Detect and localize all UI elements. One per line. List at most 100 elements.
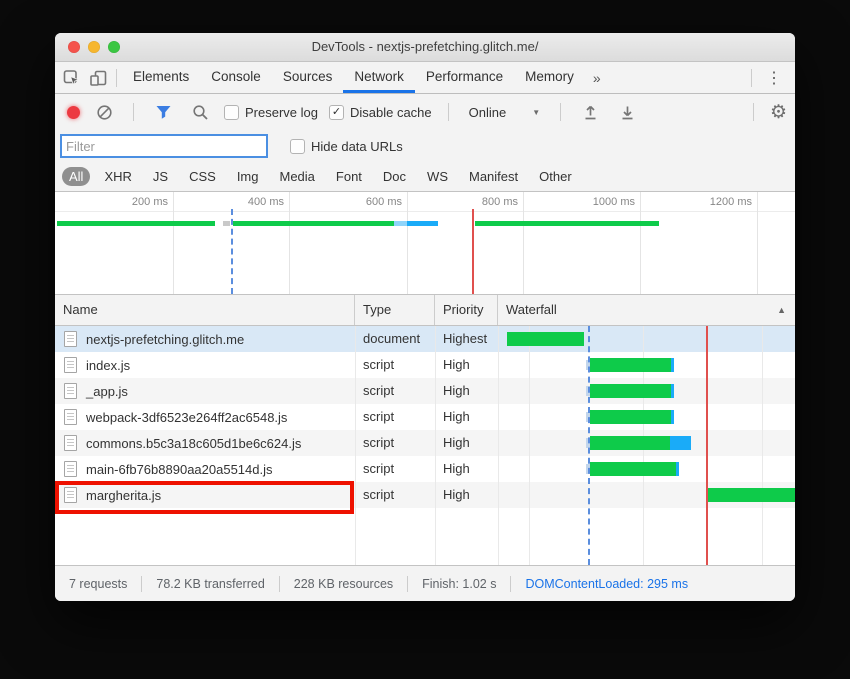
device-toolbar-icon[interactable] <box>85 65 111 91</box>
type-filter-doc[interactable]: Doc <box>376 167 413 186</box>
type-filter-xhr[interactable]: XHR <box>97 167 138 186</box>
request-name: nextjs-prefetching.glitch.me <box>86 332 244 347</box>
zoom-window-button[interactable] <box>108 41 120 53</box>
table-row[interactable]: index.jsscriptHigh <box>55 352 795 378</box>
traffic-lights <box>68 41 120 53</box>
waterfall-bar-green <box>590 462 676 476</box>
column-header-name[interactable]: Name <box>55 295 355 325</box>
request-waterfall-cell[interactable] <box>498 352 795 378</box>
table-row[interactable]: commons.b5c3a18c605d1be6c624.jsscriptHig… <box>55 430 795 456</box>
table-row[interactable]: nextjs-prefetching.glitch.me documentHigh… <box>55 326 795 352</box>
request-name-cell[interactable]: main-6fb76b8890aa20a5514d.js <box>55 456 355 482</box>
request-type-cell: document <box>355 326 435 352</box>
settings-gear-icon[interactable]: ⚙ <box>770 103 787 122</box>
request-priority-cell: High <box>435 430 498 456</box>
request-name-cell[interactable]: commons.b5c3a18c605d1be6c624.js <box>55 430 355 456</box>
divider <box>448 103 449 121</box>
table-row[interactable]: webpack-3df6523e264ff2ac6548.jsscriptHig… <box>55 404 795 430</box>
type-filter-manifest[interactable]: Manifest <box>462 167 525 186</box>
request-name-cell[interactable]: nextjs-prefetching.glitch.me <box>55 326 355 352</box>
request-waterfall-cell[interactable] <box>498 378 795 404</box>
sort-ascending-icon[interactable]: ▲ <box>777 305 786 315</box>
waterfall-bar-blue <box>671 410 674 424</box>
tab-performance[interactable]: Performance <box>415 62 514 93</box>
clear-icon[interactable] <box>91 99 117 125</box>
filter-input[interactable] <box>60 134 268 158</box>
preserve-log-checkbox[interactable] <box>224 105 239 120</box>
waterfall-bar-green <box>590 384 671 398</box>
overview-gridline <box>757 192 758 294</box>
tab-sources[interactable]: Sources <box>272 62 344 93</box>
type-filter-all[interactable]: All <box>62 167 90 186</box>
preserve-log-toggle[interactable]: Preserve log <box>224 105 318 120</box>
waterfall-bar-green <box>590 410 671 424</box>
disable-cache-toggle[interactable]: ✓ Disable cache <box>329 105 432 120</box>
request-waterfall-cell[interactable] <box>498 482 795 508</box>
request-waterfall-cell[interactable] <box>498 404 795 430</box>
request-table-header: Name Type Priority Waterfall ▲ <box>55 295 795 326</box>
type-filter-other[interactable]: Other <box>532 167 579 186</box>
preserve-log-label: Preserve log <box>245 105 318 120</box>
tab-elements[interactable]: Elements <box>122 62 200 93</box>
hide-data-urls-label: Hide data URLs <box>311 139 403 154</box>
filter-funnel-icon[interactable] <box>150 99 176 125</box>
type-filter-img[interactable]: Img <box>230 167 266 186</box>
request-name-cell[interactable]: webpack-3df6523e264ff2ac6548.js <box>55 404 355 430</box>
waterfall-bar-green <box>507 332 584 346</box>
overview-tick-label: 600 ms <box>366 196 407 208</box>
file-icon <box>64 331 77 347</box>
request-priority-cell: High <box>435 482 498 508</box>
disable-cache-checkbox[interactable]: ✓ <box>329 105 344 120</box>
request-name: index.js <box>86 358 130 373</box>
tab-memory[interactable]: Memory <box>514 62 585 93</box>
minimize-window-button[interactable] <box>88 41 100 53</box>
search-icon[interactable] <box>187 99 213 125</box>
request-name-cell[interactable]: index.js <box>55 352 355 378</box>
export-har-icon[interactable] <box>614 99 640 125</box>
status-bar: 7 requests78.2 KB transferred228 KB reso… <box>55 565 795 601</box>
waterfall-bar-green <box>590 358 671 372</box>
type-filter-js[interactable]: JS <box>146 167 175 186</box>
type-filter-ws[interactable]: WS <box>420 167 455 186</box>
import-har-icon[interactable] <box>577 99 603 125</box>
type-filter-media[interactable]: Media <box>272 167 321 186</box>
more-tabs-button[interactable]: » <box>585 70 609 86</box>
overview-activity-bar <box>233 221 394 226</box>
overview-gridline <box>407 192 408 294</box>
type-filter-font[interactable]: Font <box>329 167 369 186</box>
type-filter-css[interactable]: CSS <box>182 167 223 186</box>
file-icon <box>64 383 77 399</box>
request-priority-cell: High <box>435 456 498 482</box>
throttling-dropdown[interactable]: Online ▼ <box>465 105 545 120</box>
request-waterfall-cell[interactable] <box>498 430 795 456</box>
table-row[interactable]: main-6fb76b8890aa20a5514d.jsscriptHigh <box>55 456 795 482</box>
request-priority-cell: Highest <box>435 326 498 352</box>
table-row[interactable]: _app.jsscriptHigh <box>55 378 795 404</box>
hide-data-urls-checkbox[interactable] <box>290 139 305 154</box>
hide-data-urls-toggle[interactable]: Hide data URLs <box>290 139 403 154</box>
column-header-waterfall[interactable]: Waterfall <box>498 295 795 325</box>
request-name: main-6fb76b8890aa20a5514d.js <box>86 462 273 477</box>
table-row[interactable]: margherita.jsscriptHigh <box>55 482 795 508</box>
request-priority-cell: High <box>435 378 498 404</box>
request-waterfall-cell[interactable] <box>498 326 795 352</box>
filter-row: Hide data URLs <box>55 130 795 162</box>
overview-activity-bar <box>394 221 407 226</box>
record-network-log-button[interactable] <box>67 106 80 119</box>
request-waterfall-cell[interactable] <box>498 456 795 482</box>
request-name-cell[interactable]: _app.js <box>55 378 355 404</box>
request-type-cell: script <box>355 378 435 404</box>
status-domcontentloaded[interactable]: DOMContentLoaded: 295 ms <box>511 577 702 591</box>
waterfall-bar-green <box>707 488 795 502</box>
column-header-priority[interactable]: Priority <box>435 295 498 325</box>
inspect-element-icon[interactable] <box>59 65 85 91</box>
request-name-cell[interactable]: margherita.js <box>55 482 355 508</box>
overview-gridline <box>640 192 641 294</box>
tab-console[interactable]: Console <box>200 62 272 93</box>
tab-network[interactable]: Network <box>343 62 415 93</box>
file-icon <box>64 461 77 477</box>
close-window-button[interactable] <box>68 41 80 53</box>
devtools-menu-icon[interactable]: ⋮ <box>757 68 791 88</box>
timeline-overview[interactable]: 200 ms400 ms600 ms800 ms1000 ms1200 ms <box>55 192 795 295</box>
column-header-type[interactable]: Type <box>355 295 435 325</box>
